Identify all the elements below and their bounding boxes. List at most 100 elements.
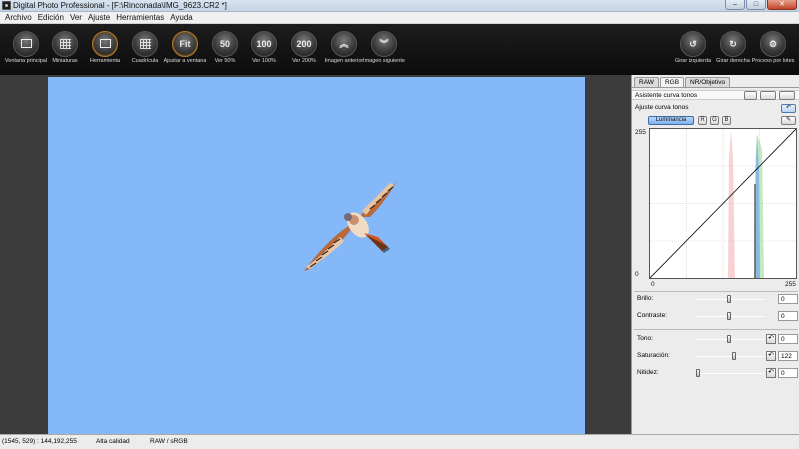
zoom-100-icon: 100 xyxy=(251,31,277,57)
color-space-status: RAW / sRGB xyxy=(150,438,188,445)
hue-row: Tono: ↶ 0 xyxy=(632,334,799,345)
zoom-50-icon: 50 xyxy=(212,31,238,57)
herramienta-button[interactable]: Herramienta xyxy=(86,24,124,75)
app-icon[interactable] xyxy=(2,1,11,10)
menu-ayuda[interactable]: Ayuda xyxy=(167,12,196,23)
ver-200-button[interactable]: 200 Ver 200% xyxy=(285,24,323,75)
curve-output-max: 255 xyxy=(635,129,646,136)
red-channel-button[interactable]: R xyxy=(698,116,707,125)
undo-curve-icon[interactable]: ↶ xyxy=(781,104,796,113)
close-button[interactable]: ✕ xyxy=(767,0,797,10)
tool-palette-panel: RAW RGB NR/Objetivo Asistente curva tono… xyxy=(631,75,799,434)
cuadricula-button[interactable]: Cuadrícula xyxy=(126,24,164,75)
quality-status: Alta calidad xyxy=(96,438,130,445)
sharpness-row: Nitidez: ↶ 0 xyxy=(632,368,799,379)
imagen-siguiente-label: Imagen siguiente xyxy=(363,58,405,64)
assist-reset-button[interactable] xyxy=(779,91,795,100)
miniaturas-button[interactable]: Miniaturas xyxy=(46,24,84,75)
tone-curve-adjust-row: Ajuste curva tonos xyxy=(632,103,799,113)
curve-input-max: 255 xyxy=(785,281,796,288)
menu-ver[interactable]: Ver xyxy=(67,12,85,23)
proceso-por-lotes-label: Proceso por lotes xyxy=(751,58,795,64)
viewer-left-margin xyxy=(0,75,48,434)
tone-curve-graph[interactable] xyxy=(649,128,797,279)
sharpness-label: Nitidez: xyxy=(637,369,659,376)
ver-100-button[interactable]: 100 Ver 100% xyxy=(245,24,283,75)
divider xyxy=(634,329,798,330)
pixel-readout: (1545, 529) : 144,192,255 xyxy=(2,438,77,445)
contrast-row: Contraste: 0 xyxy=(632,311,799,322)
brightness-thumb[interactable] xyxy=(727,295,731,303)
image-viewer[interactable] xyxy=(48,77,585,434)
title-bar: Digital Photo Professional - [F:\Rincona… xyxy=(0,0,799,12)
photo-bird-kestrel xyxy=(304,181,397,271)
sharpness-reset-icon[interactable]: ↶ xyxy=(766,368,776,378)
maximize-button[interactable]: □ xyxy=(746,0,766,10)
imagen-siguiente-button[interactable]: ︾ Imagen siguiente xyxy=(363,24,405,75)
curve-input-min: 0 xyxy=(651,281,655,288)
luminance-channel-button[interactable]: Luminancia xyxy=(648,116,694,125)
contrast-thumb[interactable] xyxy=(727,312,731,320)
window-title: Digital Photo Professional - [F:\Rincona… xyxy=(13,1,227,10)
menu-archivo[interactable]: Archivo xyxy=(2,12,35,23)
brightness-slider[interactable] xyxy=(696,295,764,303)
hue-value[interactable]: 0 xyxy=(778,334,798,344)
contrast-slider[interactable] xyxy=(696,312,764,320)
girar-izquierda-button[interactable]: ↺ Girar izquierda xyxy=(674,24,712,75)
ver-50-button[interactable]: 50 Ver 50% xyxy=(206,24,244,75)
toolbar: Ventana principal Miniaturas Herramienta… xyxy=(0,24,799,75)
tab-divider xyxy=(632,87,799,88)
hue-slider[interactable] xyxy=(696,335,764,343)
saturation-slider[interactable] xyxy=(696,352,764,360)
menu-herramientas[interactable]: Herramientas xyxy=(113,12,167,23)
proceso-por-lotes-button[interactable]: ⚙ Proceso por lotes xyxy=(752,24,794,75)
divider xyxy=(634,291,798,292)
previous-image-icon: ︽ xyxy=(331,31,357,57)
girar-derecha-button[interactable]: ↻ Girar derecha xyxy=(714,24,752,75)
tone-curve-assist-label: Asistente curva tonos xyxy=(635,92,698,99)
ventana-principal-button[interactable]: Ventana principal xyxy=(5,24,47,75)
brightness-row: Brillo: 0 xyxy=(632,294,799,305)
saturation-reset-icon[interactable]: ↶ xyxy=(766,351,776,361)
imagen-anterior-button[interactable]: ︽ Imagen anterior xyxy=(325,24,363,75)
minimize-button[interactable]: – xyxy=(725,0,745,10)
viewer-right-margin xyxy=(585,75,631,434)
sharpness-value[interactable]: 0 xyxy=(778,368,798,378)
rotate-right-icon: ↻ xyxy=(720,31,746,57)
assist-add-button[interactable] xyxy=(760,91,776,100)
zoom-200-icon: 200 xyxy=(291,31,317,57)
rotate-left-icon: ↺ xyxy=(680,31,706,57)
batch-process-icon: ⚙ xyxy=(760,31,786,57)
sharpness-slider[interactable] xyxy=(696,369,764,377)
contrast-value[interactable]: 0 xyxy=(778,311,798,321)
auto-assist-button[interactable] xyxy=(744,91,757,100)
tool-palette-icon xyxy=(92,31,118,57)
hue-thumb[interactable] xyxy=(727,335,731,343)
tone-curve-svg xyxy=(649,128,797,279)
thumbnails-icon xyxy=(52,31,78,57)
window-controls: – □ ✕ xyxy=(725,0,797,11)
green-channel-button[interactable]: G xyxy=(710,116,719,125)
status-bar: (1545, 529) : 144,192,255 Alta calidad R… xyxy=(0,434,799,449)
saturation-label: Saturación: xyxy=(637,352,670,359)
menu-bar: Archivo Edición Ver Ajuste Herramientas … xyxy=(0,12,799,24)
curve-output-min: 0 xyxy=(635,271,639,278)
menu-ajuste[interactable]: Ajuste xyxy=(85,12,113,23)
menu-edicion[interactable]: Edición xyxy=(35,12,67,23)
hue-reset-icon[interactable]: ↶ xyxy=(766,334,776,344)
folder-icon xyxy=(13,31,39,57)
saturation-row: Saturación: ↶ 122 xyxy=(632,351,799,362)
tone-curve-adjust-label: Ajuste curva tonos xyxy=(635,104,689,111)
brightness-value[interactable]: 0 xyxy=(778,294,798,304)
fit-window-icon: Fit xyxy=(172,31,198,57)
eyedropper-icon[interactable]: ✎ xyxy=(781,116,796,125)
sharpness-thumb[interactable] xyxy=(696,369,700,377)
contrast-label: Contraste: xyxy=(637,312,667,319)
next-image-icon: ︾ xyxy=(371,31,397,57)
hue-label: Tono: xyxy=(637,335,653,342)
grid-icon xyxy=(132,31,158,57)
saturation-thumb[interactable] xyxy=(731,352,736,360)
blue-channel-button[interactable]: B xyxy=(722,116,731,125)
saturation-value[interactable]: 122 xyxy=(778,351,798,361)
ajustar-a-ventana-button[interactable]: Fit Ajustar a ventana xyxy=(164,24,206,75)
